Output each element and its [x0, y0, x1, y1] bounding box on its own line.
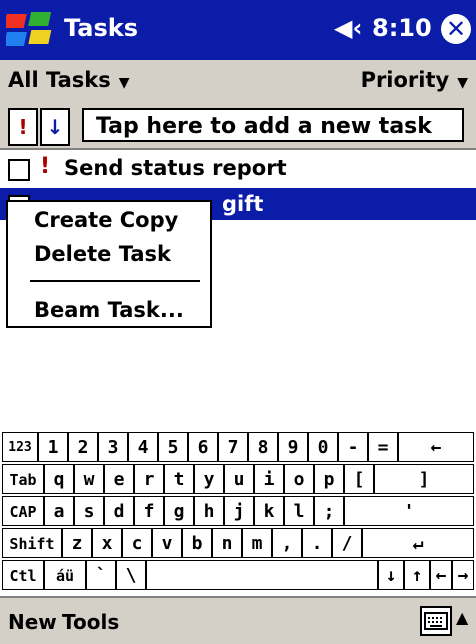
- key-shift[interactable]: Shift: [2, 528, 62, 558]
- new-task-input[interactable]: Tap here to add a new task: [82, 108, 464, 142]
- chevron-up-icon[interactable]: ▲: [456, 608, 468, 627]
- key-tab[interactable]: Tab: [2, 464, 44, 494]
- key-3[interactable]: 3: [98, 432, 128, 462]
- key-left[interactable]: ←: [430, 560, 452, 590]
- menu-item-create-copy[interactable]: Create Copy: [34, 208, 178, 232]
- key-q[interactable]: q: [44, 464, 74, 494]
- key-0[interactable]: 0: [308, 432, 338, 462]
- key-i[interactable]: i: [254, 464, 284, 494]
- keyboard-row-4: Shift z x c v b n m , . / ↵: [0, 528, 476, 560]
- key-9[interactable]: 9: [278, 432, 308, 462]
- menu-separator: [30, 280, 200, 282]
- key-down[interactable]: ↓: [378, 560, 404, 590]
- key-apostrophe[interactable]: ': [344, 496, 474, 526]
- key-o[interactable]: o: [284, 464, 314, 494]
- key-open-bracket[interactable]: [: [344, 464, 374, 494]
- key-semicolon[interactable]: ;: [314, 496, 344, 526]
- sort-filter[interactable]: Priority ▼: [361, 68, 468, 92]
- key-slash[interactable]: /: [332, 528, 362, 558]
- sort-button[interactable]: ↓: [40, 108, 70, 146]
- menu-item-beam-task[interactable]: Beam Task...: [34, 298, 184, 322]
- key-j[interactable]: j: [224, 496, 254, 526]
- key-period[interactable]: .: [302, 528, 332, 558]
- keyboard-icon[interactable]: [420, 606, 452, 636]
- key-enter[interactable]: ↵: [362, 528, 474, 558]
- key-x[interactable]: x: [92, 528, 122, 558]
- keyboard-row-1: 123 1 2 3 4 5 6 7 8 9 0 - = ←: [0, 432, 476, 464]
- speaker-icon[interactable]: ◀‹: [334, 14, 362, 42]
- key-f[interactable]: f: [134, 496, 164, 526]
- keyboard-row-2: Tab q w e r t y u i o p [ ]: [0, 464, 476, 496]
- keyboard-row-3: CAP a s d f g h j k l ; ': [0, 496, 476, 528]
- key-caps-lock[interactable]: CAP: [2, 496, 44, 526]
- windows-flag-icon[interactable]: [3, 8, 56, 52]
- key-g[interactable]: g: [164, 496, 194, 526]
- key-d[interactable]: d: [104, 496, 134, 526]
- key-right[interactable]: →: [452, 560, 474, 590]
- priority-indicator: !: [40, 154, 51, 179]
- key-accents[interactable]: áü: [44, 560, 86, 590]
- key-z[interactable]: z: [62, 528, 92, 558]
- key-4[interactable]: 4: [128, 432, 158, 462]
- key-r[interactable]: r: [134, 464, 164, 494]
- key-equals[interactable]: =: [368, 432, 398, 462]
- key-w[interactable]: w: [74, 464, 104, 494]
- soft-keyboard: 123 1 2 3 4 5 6 7 8 9 0 - = ← Tab q w e …: [0, 432, 476, 596]
- task-row[interactable]: ! Send status report: [0, 152, 476, 184]
- key-k[interactable]: k: [254, 496, 284, 526]
- key-7[interactable]: 7: [218, 432, 248, 462]
- key-backtick[interactable]: `: [86, 560, 116, 590]
- key-backspace[interactable]: ←: [398, 432, 474, 462]
- key-comma[interactable]: ,: [272, 528, 302, 558]
- category-filter-label: All Tasks: [8, 68, 111, 92]
- key-2[interactable]: 2: [68, 432, 98, 462]
- key-1[interactable]: 1: [38, 432, 68, 462]
- key-5[interactable]: 5: [158, 432, 188, 462]
- filter-row: All Tasks ▼ Priority ▼: [0, 60, 476, 100]
- chevron-down-icon: ▼: [457, 75, 468, 91]
- clock[interactable]: 8:10: [372, 14, 432, 42]
- key-s[interactable]: s: [74, 496, 104, 526]
- entry-bar: ! ↓ Tap here to add a new task: [0, 100, 476, 150]
- category-filter[interactable]: All Tasks ▼: [8, 68, 130, 92]
- key-t[interactable]: t: [164, 464, 194, 494]
- key-m[interactable]: m: [242, 528, 272, 558]
- key-b[interactable]: b: [182, 528, 212, 558]
- key-e[interactable]: e: [104, 464, 134, 494]
- key-8[interactable]: 8: [248, 432, 278, 462]
- key-backslash[interactable]: \: [116, 560, 146, 590]
- key-u[interactable]: u: [224, 464, 254, 494]
- key-123[interactable]: 123: [2, 432, 38, 462]
- key-p[interactable]: p: [314, 464, 344, 494]
- key-ctrl[interactable]: Ctl: [2, 560, 44, 590]
- key-l[interactable]: l: [284, 496, 314, 526]
- key-c[interactable]: c: [122, 528, 152, 558]
- title-bar: Tasks ◀‹ 8:10 ✕: [0, 0, 476, 60]
- key-space[interactable]: [146, 560, 378, 590]
- task-checkbox[interactable]: [8, 159, 30, 181]
- key-6[interactable]: 6: [188, 432, 218, 462]
- key-y[interactable]: y: [194, 464, 224, 494]
- key-v[interactable]: v: [152, 528, 182, 558]
- key-close-bracket[interactable]: ]: [374, 464, 474, 494]
- task-title: gift: [222, 192, 264, 216]
- key-minus[interactable]: -: [338, 432, 368, 462]
- key-h[interactable]: h: [194, 496, 224, 526]
- key-n[interactable]: n: [212, 528, 242, 558]
- close-icon[interactable]: ✕: [441, 14, 471, 44]
- keyboard-row-5: Ctl áü ` \ ↓ ↑ ← →: [0, 560, 476, 592]
- menu-bar: New Tools ▲: [0, 596, 476, 644]
- tools-menu[interactable]: Tools: [62, 610, 119, 634]
- page-title: Tasks: [64, 14, 139, 42]
- key-up[interactable]: ↑: [404, 560, 430, 590]
- menu-item-delete-task[interactable]: Delete Task: [34, 242, 171, 266]
- task-title: Send status report: [64, 156, 287, 180]
- key-a[interactable]: a: [44, 496, 74, 526]
- context-menu: Create Copy Delete Task Beam Task...: [6, 200, 212, 328]
- priority-button[interactable]: !: [8, 108, 38, 146]
- sort-filter-label: Priority: [360, 68, 450, 92]
- chevron-down-icon: ▼: [118, 75, 130, 91]
- new-menu[interactable]: New: [8, 610, 57, 634]
